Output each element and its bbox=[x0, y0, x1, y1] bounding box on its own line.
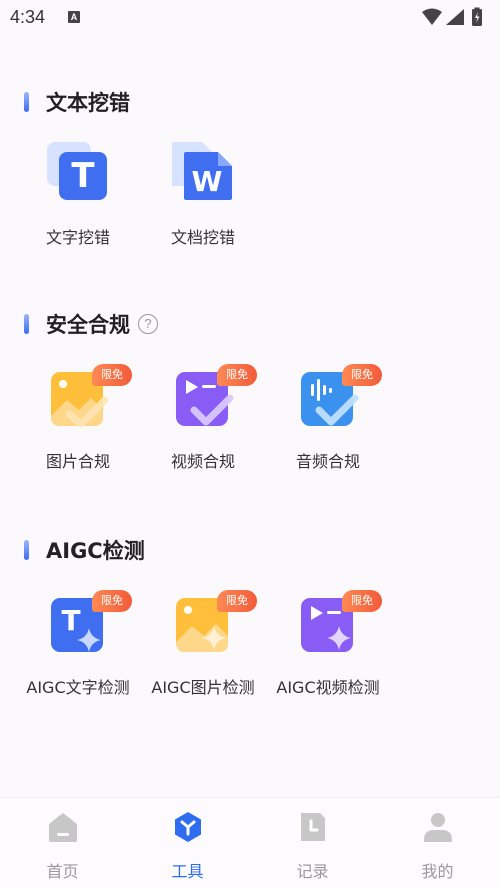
icon-letter-t: T bbox=[61, 604, 80, 637]
free-badge: 限免 bbox=[217, 590, 257, 612]
tool-label: AIGC视频检测 bbox=[276, 678, 380, 697]
free-badge: 限免 bbox=[342, 590, 382, 612]
status-bar: 4:34 A bbox=[0, 0, 500, 38]
tool-label: 文档挖错 bbox=[170, 228, 235, 247]
tool-label: 图片合规 bbox=[45, 452, 110, 471]
wifi-icon bbox=[422, 8, 442, 25]
tool-label: 音频合规 bbox=[295, 452, 360, 471]
signal-icon bbox=[446, 9, 464, 25]
home-icon bbox=[48, 813, 77, 842]
free-badge: 限免 bbox=[92, 590, 132, 612]
help-icon[interactable]: ? bbox=[138, 314, 158, 334]
tool-audio-compliance[interactable]: 限免 音频合规 bbox=[266, 364, 390, 474]
tool-label: 文字挖错 bbox=[45, 228, 110, 247]
section-title-text: AIGC检测 bbox=[46, 539, 145, 563]
status-time: 4:34 bbox=[10, 7, 46, 27]
nav-home[interactable]: 首页 bbox=[0, 798, 125, 888]
tool-label: 视频合规 bbox=[170, 452, 235, 471]
section-accent-bar bbox=[24, 540, 29, 560]
tool-label: AIGC文字检测 bbox=[26, 678, 130, 697]
section-accent-bar bbox=[24, 92, 29, 112]
nav-mine[interactable]: 我的 bbox=[375, 798, 500, 888]
tool-text-check[interactable]: T 文字挖错 bbox=[16, 140, 140, 250]
section-title: 安全合规 ? bbox=[24, 310, 158, 338]
tool-doc-check[interactable]: W 文档挖错 bbox=[141, 140, 265, 250]
section-accent-bar bbox=[24, 314, 29, 334]
status-icons bbox=[422, 7, 482, 26]
section-title-text: 文本挖错 bbox=[46, 91, 130, 115]
icon-letter-w: W bbox=[192, 165, 223, 198]
tool-aigc-image[interactable]: 限免 AIGC图片检测 bbox=[141, 590, 265, 700]
nav-tools[interactable]: 工具 bbox=[125, 798, 250, 888]
notification-icon: A bbox=[68, 11, 80, 23]
tool-aigc-video[interactable]: 限免 AIGC视频检测 bbox=[266, 590, 390, 700]
tool-video-compliance[interactable]: 限免 视频合规 bbox=[141, 364, 265, 474]
free-badge: 限免 bbox=[342, 364, 382, 386]
tools-icon bbox=[174, 812, 201, 842]
records-icon bbox=[300, 813, 325, 841]
nav-label: 我的 bbox=[421, 862, 454, 881]
text-t-icon: T bbox=[47, 142, 107, 200]
free-badge: 限免 bbox=[217, 364, 257, 386]
tool-image-compliance[interactable]: 限免 图片合规 bbox=[16, 364, 140, 474]
nav-label: 首页 bbox=[46, 862, 79, 881]
user-icon bbox=[423, 813, 452, 842]
tool-aigc-text[interactable]: T 限免 AIGC文字检测 bbox=[16, 590, 140, 700]
section-title-text: 安全合规 bbox=[46, 313, 130, 337]
icon-letter-t: T bbox=[71, 156, 95, 196]
tool-label: AIGC图片检测 bbox=[151, 678, 255, 697]
section-title: AIGC检测 bbox=[24, 536, 145, 564]
section-title: 文本挖错 bbox=[24, 88, 130, 116]
nav-label: 工具 bbox=[171, 862, 204, 881]
nav-label: 记录 bbox=[296, 862, 329, 881]
bottom-nav: 首页 工具 记录 我的 bbox=[0, 797, 500, 888]
document-w-icon: W bbox=[172, 142, 232, 200]
free-badge: 限免 bbox=[92, 364, 132, 386]
nav-records[interactable]: 记录 bbox=[250, 798, 375, 888]
